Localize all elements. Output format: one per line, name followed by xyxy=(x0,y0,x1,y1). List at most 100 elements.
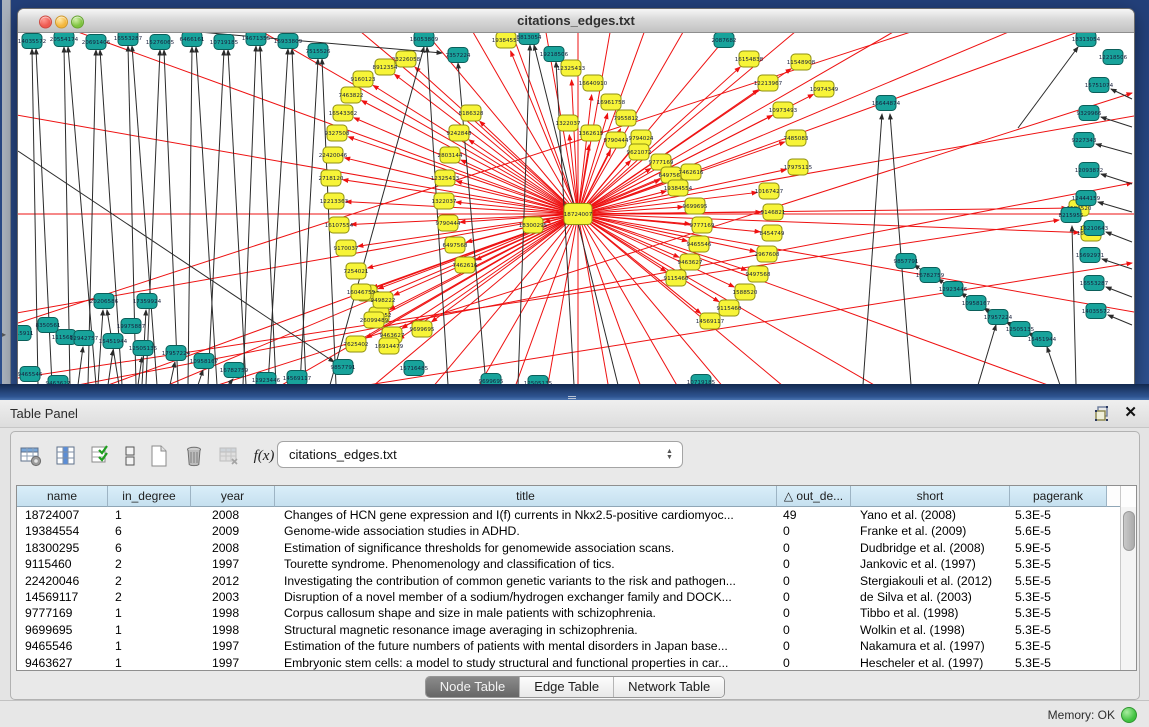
column-header-0[interactable]: name xyxy=(17,486,108,507)
network-node[interactable] xyxy=(601,94,621,110)
network-node[interactable] xyxy=(364,312,384,328)
network-node[interactable] xyxy=(346,336,366,352)
table-cell[interactable]: 1998 xyxy=(191,605,275,621)
network-node[interactable] xyxy=(18,326,31,341)
network-node[interactable] xyxy=(434,193,454,209)
network-edge-black[interactable] xyxy=(164,50,178,385)
network-edge-red[interactable] xyxy=(578,33,1134,214)
network-node[interactable] xyxy=(121,319,141,334)
table-cell[interactable]: 5.3E-5 xyxy=(1010,507,1107,523)
table-cell[interactable]: 5.6E-5 xyxy=(1010,523,1107,539)
network-node[interactable] xyxy=(1010,322,1030,337)
network-edge-black[interactable] xyxy=(1047,347,1060,385)
network-edge-black[interactable] xyxy=(128,46,136,385)
network-node[interactable] xyxy=(1032,332,1052,347)
network-node[interactable] xyxy=(103,334,123,349)
table-cell[interactable]: 5.3E-5 xyxy=(1010,605,1107,621)
network-node[interactable] xyxy=(461,105,481,121)
network-node[interactable] xyxy=(1079,106,1099,121)
network-node[interactable] xyxy=(308,44,328,59)
table-cell[interactable]: 18724007 xyxy=(17,507,108,523)
network-node[interactable] xyxy=(714,33,734,48)
table-cell[interactable]: 1997 xyxy=(191,638,275,654)
table-cell[interactable]: 1 xyxy=(108,655,191,671)
network-node[interactable] xyxy=(329,217,349,233)
network-node[interactable] xyxy=(496,33,516,48)
column-header-6[interactable]: pagerank xyxy=(1010,486,1107,507)
network-node[interactable] xyxy=(692,217,712,233)
table-cell[interactable]: Jankovic et al. (1997) xyxy=(851,556,1010,572)
table-cell[interactable]: 0 xyxy=(777,556,851,572)
network-node[interactable] xyxy=(324,193,344,209)
network-node[interactable] xyxy=(966,296,986,311)
table-row[interactable]: 969969511998Structural magnetic resonanc… xyxy=(17,622,1136,638)
table-cell[interactable]: 14569117 xyxy=(17,589,108,605)
network-edge-black[interactable] xyxy=(98,310,103,385)
network-node[interactable] xyxy=(448,48,468,63)
network-node[interactable] xyxy=(1074,133,1094,148)
table-row[interactable]: 1938455462009Genome-wide association stu… xyxy=(17,523,1136,539)
network-node[interactable] xyxy=(278,34,298,49)
network-node[interactable] xyxy=(668,180,688,196)
table-cell[interactable]: 1 xyxy=(108,605,191,621)
network-edge-black[interactable] xyxy=(170,362,175,385)
network-node[interactable] xyxy=(118,33,138,46)
table-cell[interactable]: Genome-wide association studies in ADHD. xyxy=(275,523,777,539)
network-node[interactable] xyxy=(133,341,153,356)
network-node[interactable] xyxy=(445,237,465,253)
network-node[interactable] xyxy=(523,217,543,233)
table-row[interactable]: 1456911722003Disruption of a novel membe… xyxy=(17,589,1136,605)
scrollbar-thumb[interactable] xyxy=(1123,511,1135,551)
table-cell[interactable]: 9115460 xyxy=(17,556,108,572)
network-node[interactable] xyxy=(22,34,42,49)
table-cell[interactable]: Tourette syndrome. Phenomenology and cla… xyxy=(275,556,777,572)
network-node[interactable] xyxy=(719,300,739,316)
network-node[interactable] xyxy=(685,198,705,214)
network-node[interactable] xyxy=(137,294,157,309)
column-header-5[interactable]: short xyxy=(851,486,1010,507)
network-node[interactable] xyxy=(327,125,347,141)
network-edge-red[interactable] xyxy=(578,214,1134,385)
network-edge-red[interactable] xyxy=(133,33,578,214)
network-edge-red[interactable] xyxy=(469,140,578,214)
table-row[interactable]: 977716911998Corpus callosum shape and si… xyxy=(17,605,1136,621)
network-edge-black[interactable] xyxy=(1072,226,1076,385)
network-edge-black[interactable] xyxy=(196,47,217,385)
show-columns-button[interactable] xyxy=(52,442,80,470)
network-node[interactable] xyxy=(758,75,778,91)
network-node[interactable] xyxy=(666,270,686,286)
network-edge-black[interactable] xyxy=(108,350,113,385)
network-node[interactable] xyxy=(681,164,701,180)
compact-view-button[interactable] xyxy=(122,442,138,470)
network-node[interactable] xyxy=(440,147,460,163)
table-cell[interactable]: 1998 xyxy=(191,622,275,638)
network-node[interactable] xyxy=(414,33,434,47)
table-cell[interactable]: Stergiakouli et al. (2012) xyxy=(851,573,1010,589)
table-cell[interactable]: 1 xyxy=(108,507,191,523)
network-node[interactable] xyxy=(346,263,366,279)
network-node[interactable] xyxy=(194,354,214,369)
table-cell[interactable]: Franke et al. (2009) xyxy=(851,523,1010,539)
network-node[interactable] xyxy=(814,81,834,97)
network-node[interactable] xyxy=(735,284,755,300)
table-cell[interactable]: 0 xyxy=(777,523,851,539)
table-cell[interactable]: 5.9E-5 xyxy=(1010,540,1107,556)
network-node[interactable] xyxy=(336,240,356,256)
network-edge-red[interactable] xyxy=(578,33,1134,214)
network-node[interactable] xyxy=(689,236,709,252)
table-cell[interactable]: 18300295 xyxy=(17,540,108,556)
network-node[interactable] xyxy=(435,170,455,186)
table-cell[interactable]: 1997 xyxy=(191,556,275,572)
table-cell[interactable]: 0 xyxy=(777,622,851,638)
table-cell[interactable]: 9699695 xyxy=(17,622,108,638)
network-node[interactable] xyxy=(680,254,700,270)
network-edge-black[interactable] xyxy=(138,357,142,385)
network-node[interactable] xyxy=(74,331,94,346)
network-edge-black[interactable] xyxy=(1106,232,1132,242)
network-node[interactable] xyxy=(748,266,768,282)
network-edge-black[interactable] xyxy=(1108,315,1132,325)
tab-network-table[interactable]: Network Table xyxy=(614,677,724,697)
network-node[interactable] xyxy=(373,292,393,308)
network-edge-red[interactable] xyxy=(578,33,1134,214)
column-header-1[interactable]: in_degree xyxy=(108,486,191,507)
